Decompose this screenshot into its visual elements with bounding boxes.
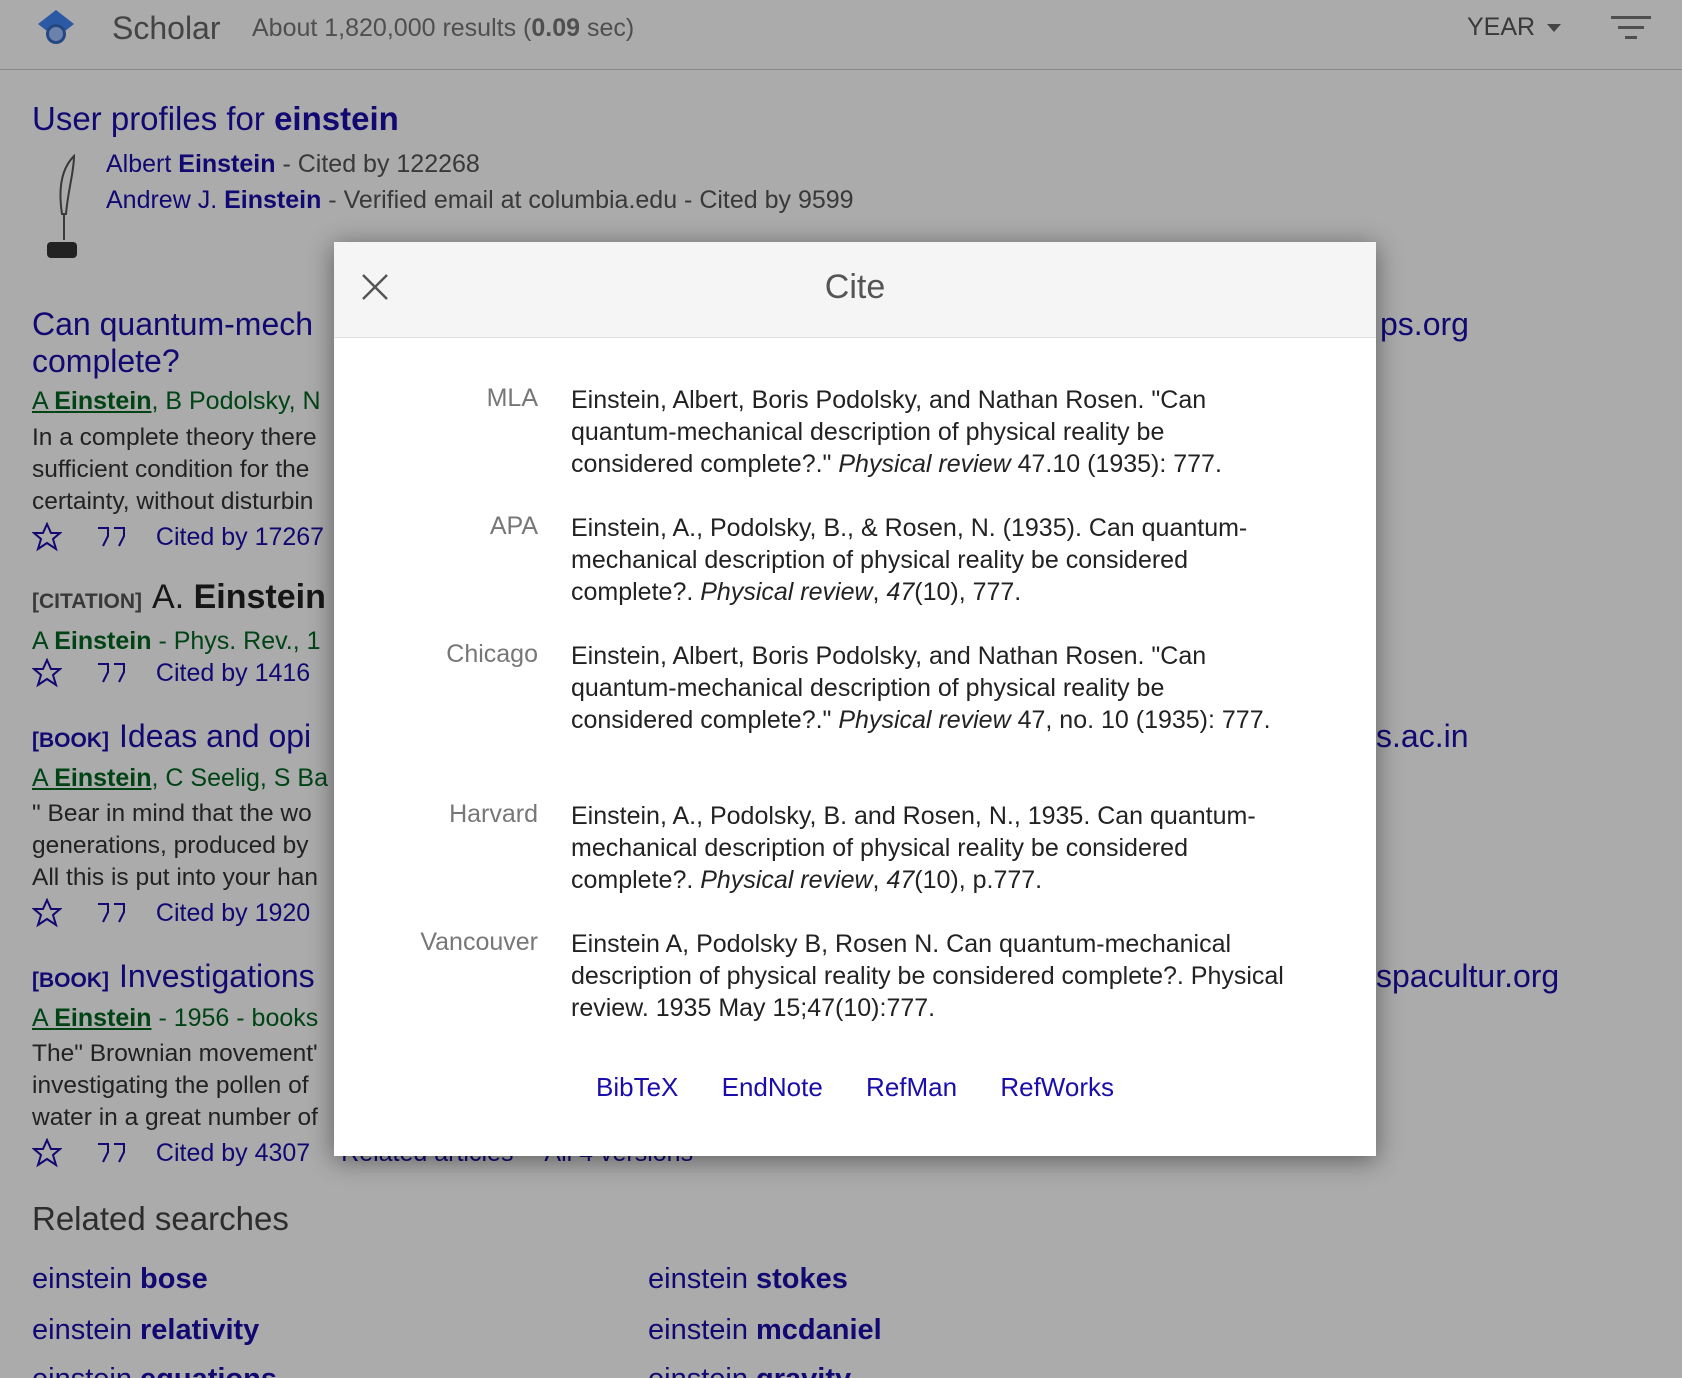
citation-style-label: Chicago: [446, 640, 538, 668]
citation-text[interactable]: Einstein, A., Podolsky, B., & Rosen, N. …: [571, 512, 1291, 608]
cite-dialog-header: Cite: [334, 242, 1376, 338]
export-links: BibTeX EndNote RefMan RefWorks: [334, 1072, 1376, 1103]
citation-style-label: Vancouver: [420, 928, 538, 956]
cite-dialog: Cite MLA Einstein, Albert, Boris Podolsk…: [334, 242, 1376, 1156]
export-refman-link[interactable]: RefMan: [866, 1072, 957, 1102]
citation-text[interactable]: Einstein A, Podolsky B, Rosen N. Can qua…: [571, 928, 1291, 1024]
export-endnote-link[interactable]: EndNote: [722, 1072, 823, 1102]
citation-style-label: APA: [489, 512, 538, 540]
citation-text[interactable]: Einstein, Albert, Boris Podolsky, and Na…: [571, 640, 1291, 736]
citation-text[interactable]: Einstein, A., Podolsky, B. and Rosen, N.…: [571, 800, 1291, 896]
export-bibtex-link[interactable]: BibTeX: [596, 1072, 678, 1102]
citation-style-label: MLA: [486, 384, 538, 412]
citation-style-label: Harvard: [449, 800, 538, 828]
export-refworks-link[interactable]: RefWorks: [1000, 1072, 1114, 1102]
citation-text[interactable]: Einstein, Albert, Boris Podolsky, and Na…: [571, 384, 1291, 480]
cite-dialog-title: Cite: [824, 268, 886, 306]
